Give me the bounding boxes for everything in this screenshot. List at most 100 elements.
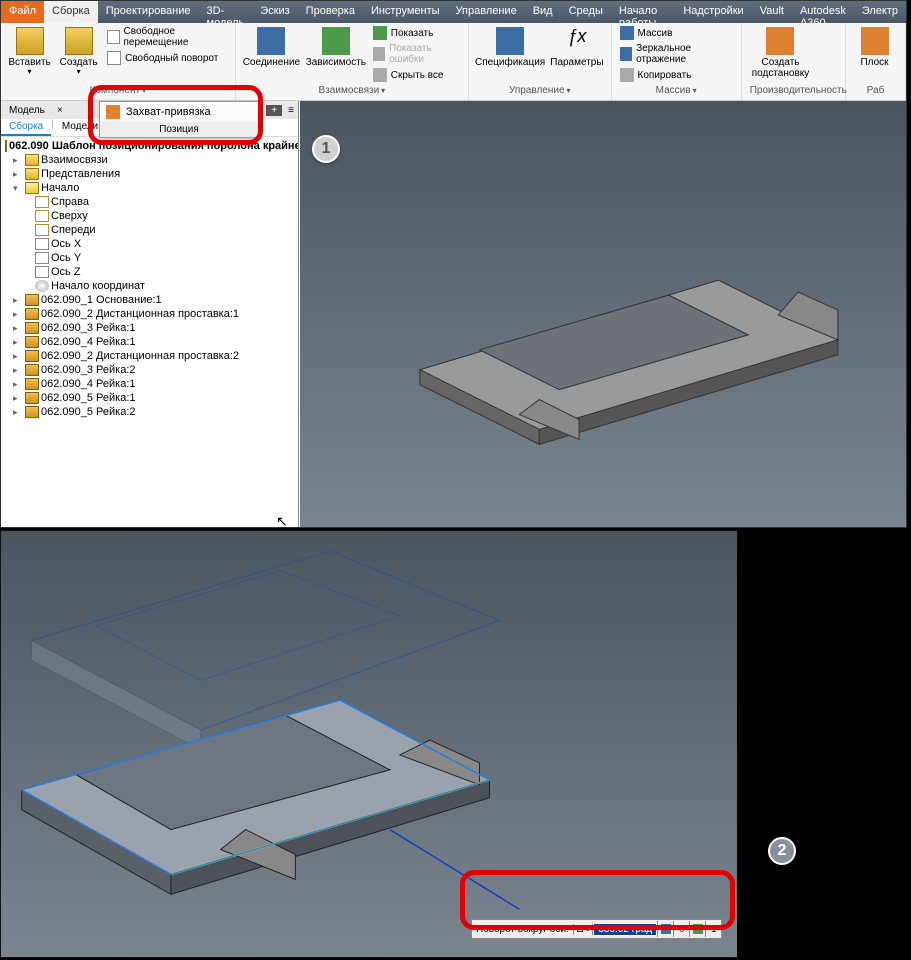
component-group-label[interactable]: Компонент▾ [7, 83, 229, 98]
right-label: Справа [51, 196, 89, 208]
secondary-viewport[interactable]: Поворот вокруг оси: Δ< 336.02 град 0 1 [0, 530, 738, 958]
tree-top-plane[interactable]: Сверху [5, 209, 294, 223]
mirror-label: Зеркальное отражение [636, 43, 733, 65]
pattern-icon [620, 26, 634, 40]
tab-env[interactable]: Среды [561, 1, 611, 23]
tab-manage[interactable]: Управление [448, 1, 525, 23]
panel-tab-model[interactable]: Модель [1, 103, 53, 118]
expand-icon[interactable]: ▸ [13, 393, 23, 404]
expand-icon[interactable]: ▸ [13, 407, 23, 418]
expand-icon[interactable]: ▸ [13, 365, 23, 376]
axis-icon [661, 924, 671, 934]
part-icon [25, 406, 39, 418]
tab-electric[interactable]: Электр [854, 1, 906, 23]
ribbon-group-component: Вставить ▾ Создать ▾ Свободное перемещен… [1, 23, 236, 100]
hide-all-button[interactable]: Скрыть все [371, 67, 446, 83]
tree-right-plane[interactable]: Справа [5, 195, 294, 209]
manage-group-label[interactable]: Управление▾ [475, 83, 605, 98]
grab-snap-button[interactable]: Захват-привязка [100, 102, 258, 122]
axis-toggle-button[interactable] [657, 921, 673, 937]
tab-start[interactable]: Начало работы [611, 1, 675, 23]
tab-a360[interactable]: Autodesk A360 [792, 1, 854, 23]
tree-axis-y[interactable]: Ось Y [5, 251, 294, 265]
tree-part[interactable]: ▸062.090_4 Рейка:1 [5, 335, 294, 349]
tree-origin-point[interactable]: Начало координат [5, 279, 294, 293]
axisx-label: Ось X [51, 238, 81, 250]
tree-relations[interactable]: ▸ Взаимосвязи [5, 153, 294, 167]
part-label: 062.090_5 Рейка:2 [41, 406, 136, 418]
pattern-group-label[interactable]: Массив▾ [618, 83, 735, 98]
insert-button[interactable]: Вставить ▾ [7, 25, 52, 83]
position-popup-label: Позиция [100, 122, 258, 137]
menubar: Файл Сборка Проектирование 3D-модель Эск… [1, 1, 906, 23]
mirror-button[interactable]: Зеркальное отражение [618, 42, 735, 66]
create-button[interactable]: Создать ▾ [56, 25, 101, 83]
show-errors-button[interactable]: Показать ошибки [371, 42, 462, 66]
tree-part[interactable]: ▸ 062.090_5 Рейка:1 [5, 391, 294, 405]
tree-origin[interactable]: ▾ Начало [5, 181, 294, 195]
panel-tab-close[interactable]: × [53, 105, 67, 116]
tab-3dmodel[interactable]: 3D-модель [199, 1, 253, 23]
tree-part[interactable]: ▸ 062.090_3 Рейка:1 [5, 321, 294, 335]
tab-design[interactable]: Проектирование [98, 1, 199, 23]
tree-representations[interactable]: ▸ Представления [5, 167, 294, 181]
show-button[interactable]: Показать [371, 25, 436, 41]
tab-file[interactable]: Файл [1, 1, 44, 23]
copy-button[interactable]: Копировать [618, 67, 694, 83]
expand-icon[interactable]: ▸ [13, 351, 23, 362]
tab-inspect[interactable]: Проверка [298, 1, 363, 23]
pattern-button[interactable]: Массив [618, 25, 675, 41]
expand-icon[interactable]: ▸ [13, 379, 23, 390]
tab-assembly[interactable]: Сборка [44, 1, 98, 23]
plane-label: Плоск [860, 57, 888, 68]
relations-group-label[interactable]: Взаимосвязи▾ [242, 83, 462, 98]
viewport-3d[interactable] [300, 101, 906, 527]
joint-icon [257, 27, 285, 55]
tab-vault[interactable]: Vault [752, 1, 792, 23]
create-sub-button[interactable]: Создать подстановку [748, 25, 814, 83]
part-label: 062.090_3 Рейка:1 [41, 322, 136, 334]
ribbon-group-manage: Спецификация ƒx Параметры Управление▾ [469, 23, 612, 100]
tree-part[interactable]: ▸062.090_1 Основание:1 [5, 293, 294, 307]
panel-tab-menu[interactable]: ≡ [284, 105, 298, 116]
tree-part[interactable]: ▸ 062.090_2 Дистанционная проставка:2 [5, 349, 294, 363]
tab-addins[interactable]: Надстройки [675, 1, 751, 23]
expand-icon[interactable]: ▸ [13, 323, 23, 334]
tree-root[interactable]: 062.090 Шаблон позиционирования поролона… [5, 139, 294, 153]
tree-part[interactable]: ▸062.090_4 Рейка:1 [5, 377, 294, 391]
show-errors-label: Показать ошибки [389, 43, 460, 65]
part-label: 062.090_5 Рейка:1 [41, 392, 136, 404]
tree-front-plane[interactable]: Спереди [5, 223, 294, 237]
plane-button[interactable]: Плоск [852, 25, 897, 83]
params-label: Параметры [550, 57, 603, 68]
constrain-button[interactable]: Зависимость [305, 25, 367, 83]
collapse-icon[interactable]: ▾ [13, 183, 23, 194]
tree-part[interactable]: ▸062.090_3 Рейка:2 [5, 363, 294, 377]
rotation-value-input[interactable]: 336.02 град [593, 923, 657, 936]
free-rotate-button[interactable]: Свободный поворот [105, 50, 220, 66]
tree-axis-z[interactable]: Ось Z [5, 265, 294, 279]
part-label: 062.090_2 Дистанционная проставка:2 [41, 350, 239, 362]
tab-sketch[interactable]: Эскиз [252, 1, 297, 23]
tree-axis-x[interactable]: Ось X [5, 237, 294, 251]
tree-part[interactable]: ▸ 062.090_5 Рейка:2 [5, 405, 294, 419]
model-tree[interactable]: 062.090 Шаблон позиционирования поролона… [1, 137, 298, 421]
params-button[interactable]: ƒx Параметры [549, 25, 604, 83]
panel-tab-add[interactable]: + [266, 105, 282, 116]
show-label: Показать [391, 28, 434, 39]
axis-icon [35, 266, 49, 278]
expand-icon[interactable]: ▸ [13, 309, 23, 320]
snap-toggle-button[interactable] [689, 921, 705, 937]
free-move-button[interactable]: Свободное перемещение [105, 25, 229, 49]
expand-icon[interactable]: ▸ [13, 337, 23, 348]
expand-icon[interactable]: ▸ [13, 169, 23, 180]
tree-part[interactable]: ▸062.090_2 Дистанционная проставка:1 [5, 307, 294, 321]
joint-button[interactable]: Соединение [242, 25, 301, 83]
bom-button[interactable]: Спецификация [475, 25, 545, 83]
expand-icon[interactable]: ▸ [13, 155, 23, 166]
insert-icon [16, 27, 44, 55]
tab-tools[interactable]: Инструменты [363, 1, 448, 23]
subtab-assembly[interactable]: Сборка [1, 119, 51, 136]
expand-icon[interactable]: ▸ [13, 295, 23, 306]
tab-view[interactable]: Вид [525, 1, 561, 23]
